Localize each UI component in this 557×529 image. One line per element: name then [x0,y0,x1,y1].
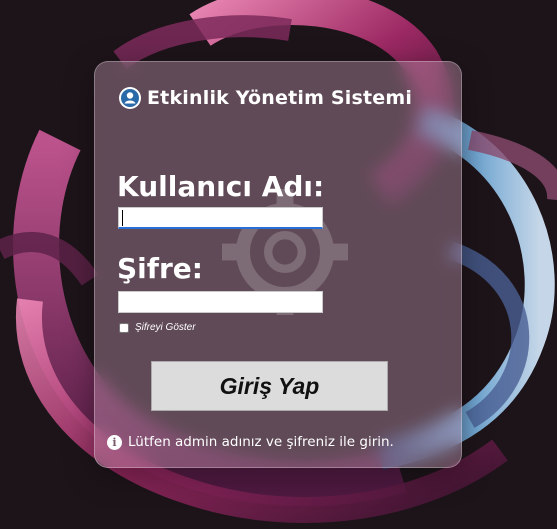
password-input[interactable] [118,291,323,313]
username-label: Kullanıcı Adı: [117,170,325,203]
login-card: Etkinlik Yönetim Sistemi Kullanıcı Adı: … [94,61,462,468]
show-password-row[interactable]: Şifreyi Göster [119,322,196,333]
password-label: Şifre: [117,252,203,285]
app-title-row: Etkinlik Yönetim Sistemi [119,85,439,111]
info-text: Lütfen admin adınız ve şifreniz ile giri… [128,434,394,450]
login-button[interactable]: Giriş Yap [151,361,388,411]
info-icon: i [107,434,122,450]
info-hint: i Lütfen admin adınız ve şifreniz ile gi… [107,434,394,450]
app-title: Etkinlik Yönetim Sistemi [147,87,413,109]
show-password-checkbox[interactable] [119,322,129,333]
username-input[interactable] [118,207,323,229]
user-circle-icon [119,87,141,109]
show-password-label[interactable]: Şifreyi Göster [135,322,196,333]
text-caret [122,210,123,226]
